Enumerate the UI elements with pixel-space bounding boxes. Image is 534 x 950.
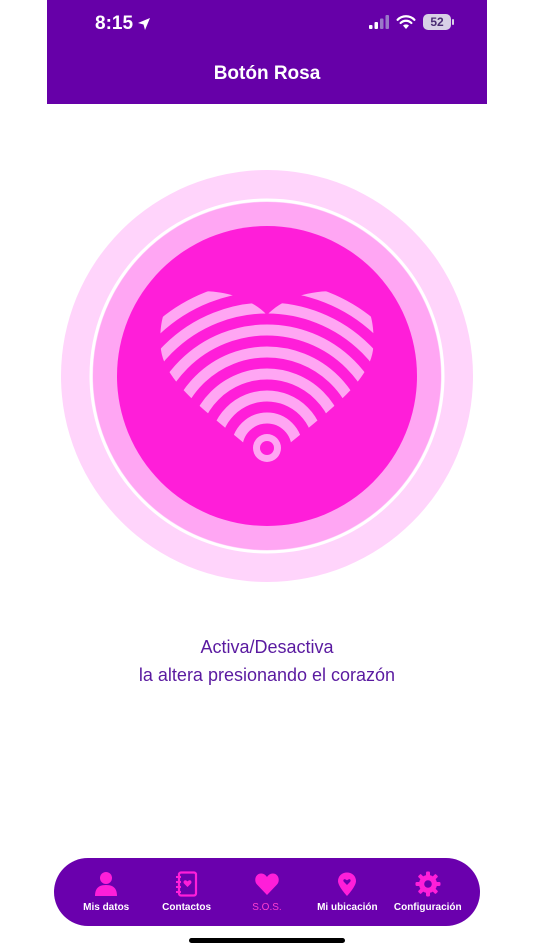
contacts-book-icon bbox=[175, 871, 197, 897]
tab-sos[interactable]: S.O.S. bbox=[227, 871, 307, 913]
home-indicator[interactable] bbox=[189, 938, 345, 943]
gear-icon bbox=[415, 871, 441, 897]
app-header: 8:15 52 Botón Rosa bbox=[47, 0, 487, 104]
status-time: 8:15 bbox=[95, 13, 151, 35]
status-time-text: 8:15 bbox=[95, 13, 134, 34]
status-icons: 52 bbox=[369, 14, 454, 30]
tab-contactos[interactable]: Contactos bbox=[147, 871, 227, 913]
sos-heart-button[interactable] bbox=[61, 170, 473, 582]
instructions-text: Activa/Desactiva la altera presionando e… bbox=[0, 633, 534, 689]
tab-mis-datos[interactable]: Mis datos bbox=[66, 871, 146, 913]
wifi-icon bbox=[396, 14, 416, 29]
heart-icon bbox=[255, 873, 279, 895]
instructions-line-1: Activa/Desactiva bbox=[200, 637, 334, 657]
tab-label: Contactos bbox=[162, 902, 212, 913]
tab-label: Mis datos bbox=[83, 902, 130, 913]
tab-label: S.O.S. bbox=[252, 902, 282, 913]
battery-nub bbox=[452, 19, 454, 25]
bottom-tab-bar: Mis datos Contactos S.O.S. Mi ubicación bbox=[54, 858, 480, 926]
tab-mi-ubicacion[interactable]: Mi ubicación bbox=[307, 871, 387, 913]
signal-icon bbox=[369, 15, 389, 29]
battery-indicator: 52 bbox=[423, 14, 454, 30]
person-icon bbox=[95, 872, 118, 896]
tab-label: Mi ubicación bbox=[317, 902, 378, 913]
location-pin-icon bbox=[338, 872, 357, 896]
sos-circle-graphic bbox=[61, 170, 473, 582]
location-arrow-icon bbox=[138, 18, 151, 30]
tab-label: Configuración bbox=[393, 902, 462, 913]
battery-level: 52 bbox=[423, 14, 451, 30]
instructions-line-2: la altera presionando el corazón bbox=[138, 665, 396, 685]
tab-configuracion[interactable]: Configuración bbox=[388, 871, 468, 913]
page-title: Botón Rosa bbox=[213, 63, 321, 84]
